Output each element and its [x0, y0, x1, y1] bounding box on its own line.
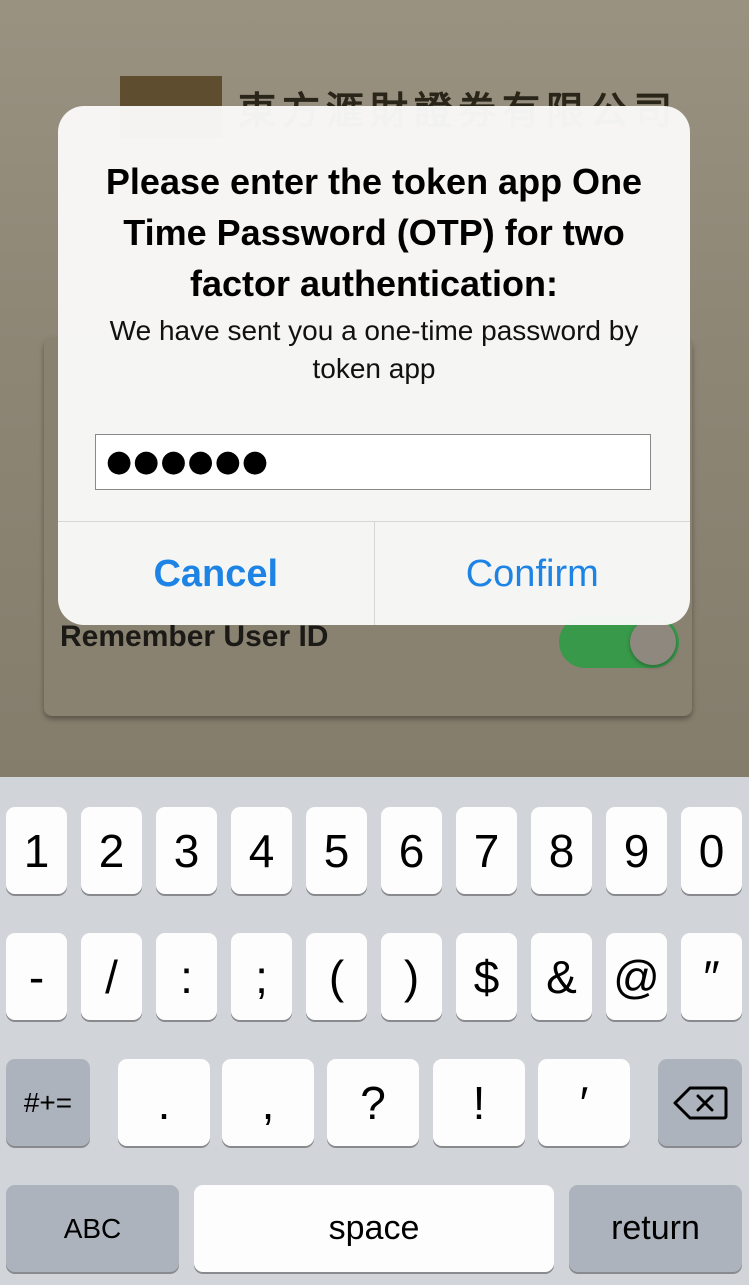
- keyboard: 1 2 3 4 5 6 7 8 9 0 - / : ; ( ) $ & @ ″ …: [0, 777, 749, 1285]
- otp-input[interactable]: ●●●●●●: [95, 434, 651, 490]
- key-exclamation[interactable]: !: [433, 1059, 525, 1146]
- remember-user-id-label: Remember User ID: [60, 620, 329, 653]
- key-1[interactable]: 1: [6, 807, 67, 894]
- key-period[interactable]: .: [118, 1059, 210, 1146]
- key-8[interactable]: 8: [531, 807, 592, 894]
- key-0[interactable]: 0: [681, 807, 742, 894]
- key-abc[interactable]: ABC: [6, 1185, 179, 1272]
- key-close-paren[interactable]: ): [381, 933, 442, 1020]
- key-backspace[interactable]: [658, 1059, 742, 1146]
- backspace-icon: [673, 1086, 728, 1119]
- key-question[interactable]: ?: [327, 1059, 419, 1146]
- key-9[interactable]: 9: [606, 807, 667, 894]
- key-at[interactable]: @: [606, 933, 667, 1020]
- key-2[interactable]: 2: [81, 807, 142, 894]
- key-space[interactable]: space: [194, 1185, 554, 1272]
- key-6[interactable]: 6: [381, 807, 442, 894]
- key-7[interactable]: 7: [456, 807, 517, 894]
- key-dollar[interactable]: $: [456, 933, 517, 1020]
- key-return[interactable]: return: [569, 1185, 742, 1272]
- key-more-symbols[interactable]: #+=: [6, 1059, 90, 1146]
- key-ampersand[interactable]: &: [531, 933, 592, 1020]
- cancel-button[interactable]: Cancel: [58, 522, 375, 625]
- key-colon[interactable]: :: [156, 933, 217, 1020]
- alert-message: We have sent you a one-time password by …: [109, 315, 639, 384]
- key-comma[interactable]: ,: [222, 1059, 314, 1146]
- key-4[interactable]: 4: [231, 807, 292, 894]
- alert-button-bar: Cancel Confirm: [58, 521, 690, 625]
- alert-title: Please enter the token app One Time Pass…: [105, 161, 643, 304]
- key-apostrophe[interactable]: ′: [538, 1059, 630, 1146]
- key-5[interactable]: 5: [306, 807, 367, 894]
- key-hyphen[interactable]: -: [6, 933, 67, 1020]
- toggle-knob: [630, 619, 676, 665]
- key-semicolon[interactable]: ;: [231, 933, 292, 1020]
- key-3[interactable]: 3: [156, 807, 217, 894]
- key-open-paren[interactable]: (: [306, 933, 367, 1020]
- key-slash[interactable]: /: [81, 933, 142, 1020]
- confirm-button[interactable]: Confirm: [375, 522, 691, 625]
- key-double-quote[interactable]: ″: [681, 933, 742, 1020]
- otp-alert-dialog: Please enter the token app One Time Pass…: [58, 106, 690, 625]
